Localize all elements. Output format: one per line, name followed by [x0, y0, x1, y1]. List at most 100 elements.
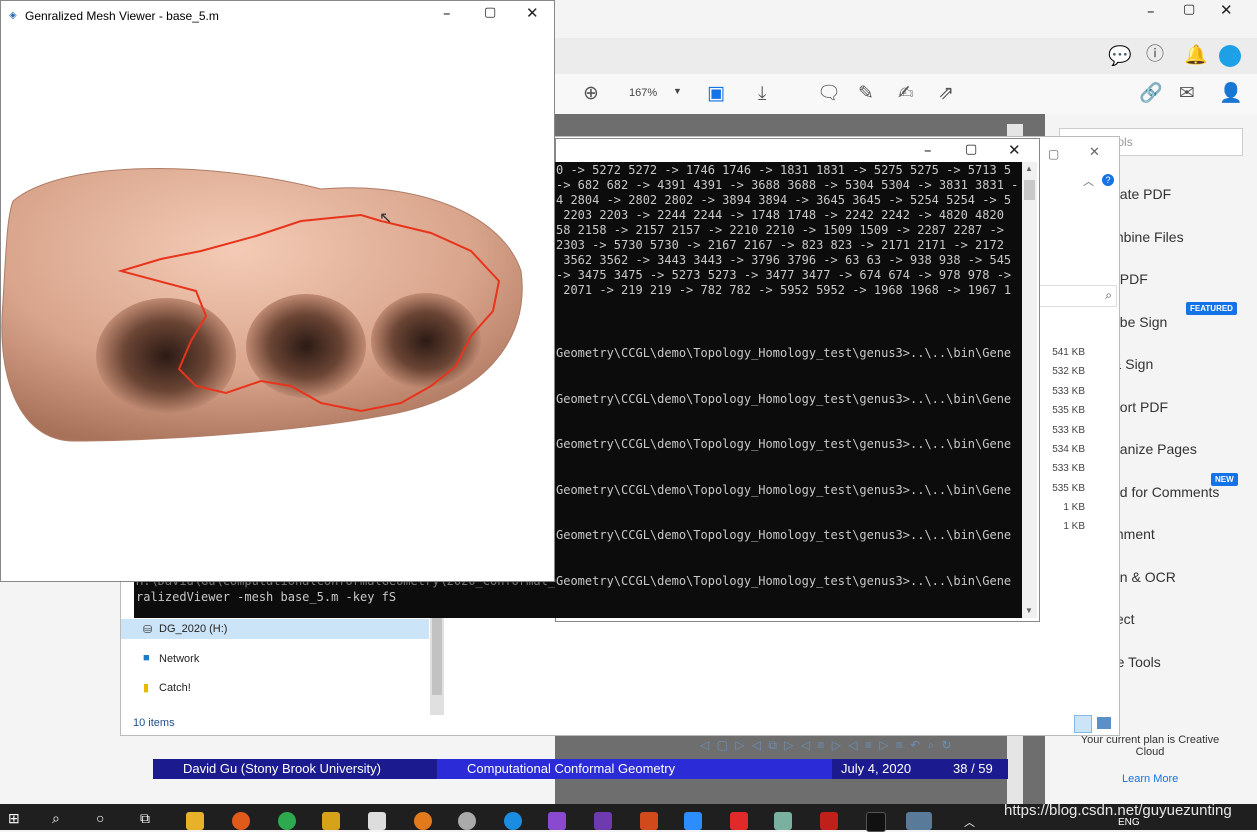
search-icon[interactable]: ⌕: [52, 810, 70, 828]
acrobat-icon[interactable]: [820, 812, 838, 830]
zoom-level[interactable]: 167%: [629, 87, 657, 99]
console-scrollbar[interactable]: ▲ ▼: [1022, 162, 1037, 618]
maximize-icon[interactable]: ▢: [1183, 2, 1195, 17]
sign-icon[interactable]: ✍: [898, 83, 914, 103]
help-icon[interactable]: ⓘ: [1146, 45, 1164, 65]
close-icon[interactable]: ✕: [526, 4, 539, 22]
mail-icon[interactable]: ✉: [1179, 83, 1195, 103]
tool-send-comments[interactable]: nd for Comments: [1112, 484, 1219, 500]
plan-text: Your current plan is Creative Cloud: [1080, 734, 1220, 758]
cortana-icon[interactable]: ○: [96, 810, 114, 828]
highlight-icon[interactable]: ✎: [858, 83, 874, 103]
nav-item-dg2020[interactable]: ⛁ DG_2020 (H:): [121, 619, 429, 639]
annotation-icon[interactable]: 🗨: [817, 83, 841, 103]
skype-icon[interactable]: [504, 812, 522, 830]
file-size: 1 KB: [1063, 502, 1085, 513]
app-icon[interactable]: [774, 812, 792, 830]
search-app-icon[interactable]: [414, 812, 432, 830]
powerpoint-icon[interactable]: [640, 812, 658, 830]
maximize-icon[interactable]: ▢: [1048, 147, 1059, 161]
file-size: 1 KB: [1063, 521, 1085, 532]
console-prompt: Geometry\CCGL\demo\Topology_Homology_tes…: [556, 483, 1012, 497]
slide-navigation[interactable]: ◁ ▢ ▷ ◁ ⧉ ▷ ◁ ≡ ▷ ◁ ≡ ▷ ≡ ↶ ⌕ ↻: [700, 738, 1010, 756]
mouse-cursor-icon: ↖: [379, 210, 393, 227]
nav-item-network[interactable]: ■ Network: [121, 649, 429, 669]
tool-combine-files[interactable]: mbine Files: [1112, 229, 1184, 245]
close-icon[interactable]: ✕: [1089, 145, 1100, 160]
app-icon[interactable]: [730, 812, 748, 830]
minimize-icon[interactable]: –: [924, 141, 932, 159]
learn-more-link[interactable]: Learn More: [1122, 773, 1178, 785]
file-size: 535 KB: [1052, 483, 1085, 494]
nav-item-catch[interactable]: ▮ Catch!: [121, 678, 429, 698]
scroll-up-icon[interactable]: ▲: [1025, 164, 1033, 173]
zoom-icon[interactable]: [684, 812, 702, 830]
tool-adobe-sign[interactable]: obe Sign: [1112, 314, 1167, 330]
download-icon[interactable]: ⤓: [758, 83, 766, 103]
watermark: https://blog.csdn.net/guyuezunting: [1004, 802, 1232, 819]
page-fit-icon[interactable]: ▣: [707, 83, 725, 103]
genus3-mesh-render[interactable]: [1, 141, 541, 471]
console-prompt: Geometry\CCGL\demo\Topology_Homology_tes…: [556, 346, 1012, 360]
visual-studio-icon[interactable]: [594, 812, 612, 830]
console-prompt: Geometry\CCGL\demo\Topology_Homology_tes…: [556, 574, 1012, 588]
scroll-thumb[interactable]: [1024, 180, 1035, 200]
avatar[interactable]: [1219, 45, 1241, 67]
pen-app-icon[interactable]: [322, 812, 340, 830]
close-icon[interactable]: ✕: [1220, 1, 1233, 19]
file-size: 535 KB: [1052, 405, 1085, 416]
minimize-icon[interactable]: –: [443, 4, 451, 22]
visual-studio-code-icon[interactable]: [548, 812, 566, 830]
details-view-icon[interactable]: [1074, 715, 1092, 733]
bell-icon[interactable]: 🔔: [1184, 45, 1208, 65]
slide-footer: David Gu (Stony Brook University) Comput…: [153, 759, 1008, 779]
zoom-in-icon[interactable]: ⊕: [583, 83, 599, 103]
console-line: 4 2804 -> 2802 2802 -> 3894 3894 -> 3645…: [556, 193, 1012, 207]
app-icon[interactable]: [458, 812, 476, 830]
scroll-down-icon[interactable]: ▼: [1025, 606, 1033, 615]
terminal-icon[interactable]: [866, 812, 886, 832]
console-line: 3562 3562 -> 3443 3443 -> 3796 3796 -> 6…: [556, 253, 1012, 267]
close-icon[interactable]: ✕: [1008, 141, 1021, 159]
item-count: 10 items: [133, 717, 175, 729]
tool-scan-ocr[interactable]: an & OCR: [1112, 569, 1176, 585]
share-icon[interactable]: ⇗: [938, 83, 954, 103]
acrobat-menubar: 💬 ⓘ 🔔: [555, 38, 1257, 74]
chrome-icon[interactable]: [278, 812, 296, 830]
windows-start-icon[interactable]: ⊞: [8, 810, 26, 828]
file-explorer-icon[interactable]: [186, 812, 204, 830]
console-line: 58 2158 -> 2157 2157 -> 2210 2210 -> 150…: [556, 223, 1004, 237]
firefox-icon[interactable]: [232, 812, 250, 830]
task-view-icon[interactable]: ⧉: [140, 810, 158, 828]
nav-scrollbar[interactable]: [430, 607, 444, 715]
thumbnail-view-icon[interactable]: [1097, 717, 1111, 729]
tool-export-pdf[interactable]: port PDF: [1112, 399, 1168, 415]
tool-organize-pages[interactable]: ganize Pages: [1112, 441, 1197, 457]
featured-badge: FEATURED: [1186, 302, 1237, 315]
search-icon: ⌕: [1105, 288, 1112, 302]
file-size: 541 KB: [1052, 347, 1085, 358]
new-badge: NEW: [1211, 473, 1238, 486]
file-size: 532 KB: [1052, 366, 1085, 377]
edit-link-icon[interactable]: 🔗: [1139, 83, 1163, 103]
tray-chevron-up-icon[interactable]: ︿: [964, 814, 975, 830]
chevron-down-icon[interactable]: ▼: [673, 86, 682, 96]
comment-icon[interactable]: 💬: [1108, 46, 1132, 66]
explorer-search-input[interactable]: ⌕: [1039, 285, 1117, 307]
maximize-icon[interactable]: ▢: [965, 142, 977, 157]
minimize-icon[interactable]: –: [1147, 2, 1155, 20]
file-size: 533 KB: [1052, 386, 1085, 397]
add-user-icon[interactable]: 👤: [1219, 83, 1243, 103]
console-prompt: Geometry\CCGL\demo\Topology_Homology_tes…: [556, 392, 1012, 406]
help-badge[interactable]: ?: [1102, 174, 1114, 186]
slide-author: David Gu (Stony Brook University): [183, 761, 381, 776]
folder-icon: ▮: [143, 682, 150, 694]
console-line: -> 3475 3475 -> 5273 5273 -> 3477 3477 -…: [556, 268, 1012, 282]
chevron-up-icon[interactable]: ︿: [1083, 173, 1094, 189]
console-prompt: Geometry\CCGL\demo\Topology_Homology_tes…: [556, 528, 1012, 542]
console-prompt: Geometry\CCGL\demo\Topology_Homology_tes…: [556, 437, 1012, 451]
maximize-icon[interactable]: ▢: [484, 5, 496, 20]
app-icon[interactable]: [368, 812, 386, 830]
tool-create-pdf[interactable]: eate PDF: [1112, 186, 1171, 202]
mesh-viewer-task-icon[interactable]: [906, 812, 932, 830]
